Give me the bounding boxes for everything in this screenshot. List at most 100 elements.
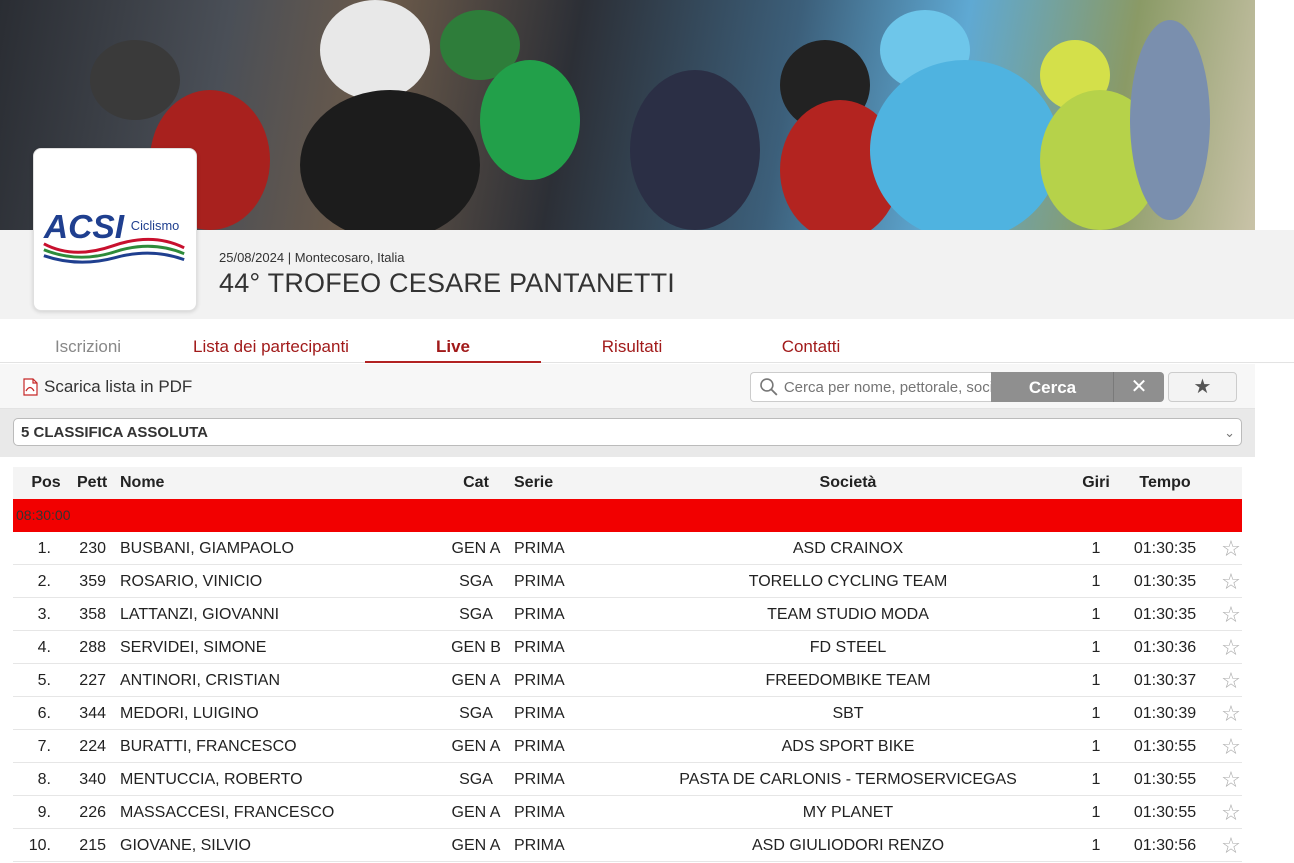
row-serie: PRIMA bbox=[514, 639, 565, 656]
event-title: 44° TROFEO CESARE PANTANETTI bbox=[219, 268, 675, 298]
row-pett: 230 bbox=[79, 540, 106, 557]
search-input[interactable] bbox=[783, 378, 992, 396]
row-nome: BURATTI, FRANCESCO bbox=[120, 738, 297, 755]
search-icon bbox=[760, 378, 778, 396]
row-pett: 340 bbox=[79, 771, 106, 788]
header-giri[interactable]: Giri bbox=[1076, 467, 1116, 499]
row-serie: PRIMA bbox=[514, 672, 565, 689]
row-tempo: 01:30:56 bbox=[1133, 837, 1197, 854]
row-pos: 6. bbox=[37, 705, 51, 722]
favorites-button[interactable]: ★ bbox=[1168, 372, 1237, 402]
table-row[interactable]: 4. 288 SERVIDEI, SIMONE GEN B PRIMA FD STEEL 1… bbox=[13, 631, 1242, 664]
logo-brand: ACSI bbox=[43, 209, 125, 246]
row-tempo: 01:30:35 bbox=[1133, 573, 1197, 590]
tab-risultati[interactable]: Risultati bbox=[570, 319, 694, 363]
row-nome: ROSARIO, VINICIO bbox=[120, 573, 263, 590]
tab-iscrizioni[interactable]: Iscrizioni bbox=[40, 319, 136, 363]
favorite-star-icon[interactable]: ☆ bbox=[1219, 829, 1243, 862]
table-row[interactable]: 7. 224 BURATTI, FRANCESCO GEN A PRIMA ADS SPO… bbox=[13, 730, 1242, 763]
row-pett: 226 bbox=[79, 804, 106, 821]
table-row[interactable]: 2. 359 ROSARIO, VINICIO SGA PRIMA TORELLO CYC… bbox=[13, 565, 1242, 598]
row-cat: SGA bbox=[459, 705, 493, 722]
row-cat: SGA bbox=[459, 771, 493, 788]
header-nome[interactable]: Nome bbox=[120, 467, 164, 499]
row-societa: MY PLANET bbox=[802, 804, 894, 821]
tab-contatti[interactable]: Contatti bbox=[760, 319, 862, 363]
table-row[interactable]: 5. 227 ANTINORI, CRISTIAN GEN A PRIMA FREEDOM… bbox=[13, 664, 1242, 697]
row-pett: 358 bbox=[79, 606, 106, 623]
star-icon: ★ bbox=[1193, 376, 1212, 398]
row-societa: SBT bbox=[832, 705, 864, 722]
favorite-star-icon[interactable]: ☆ bbox=[1219, 697, 1243, 730]
row-cat: GEN B bbox=[451, 639, 501, 656]
table-row[interactable]: 10. 215 GIOVANE, SILVIO GEN A PRIMA ASD GIULI… bbox=[13, 829, 1242, 862]
row-nome: GIOVANE, SILVIO bbox=[120, 837, 251, 854]
table-body: 1. 230 BUSBANI, GIAMPAOLO GEN A PRIMA ASD CRA… bbox=[13, 532, 1242, 862]
search-button[interactable]: Cerca bbox=[991, 372, 1114, 402]
table-row[interactable]: 3. 358 LATTANZI, GIOVANNI SGA PRIMA TEAM STUD… bbox=[13, 598, 1242, 631]
chevron-down-icon: ⌄ bbox=[1224, 425, 1235, 440]
row-tempo: 01:30:37 bbox=[1133, 672, 1197, 689]
header-serie[interactable]: Serie bbox=[514, 467, 553, 499]
row-giri: 1 bbox=[1091, 540, 1101, 557]
row-giri: 1 bbox=[1091, 738, 1101, 755]
favorite-star-icon[interactable]: ☆ bbox=[1219, 565, 1243, 598]
clear-search-button[interactable]: ✕ bbox=[1113, 372, 1164, 402]
favorite-star-icon[interactable]: ☆ bbox=[1219, 598, 1243, 631]
header-tempo[interactable]: Tempo bbox=[1129, 467, 1201, 499]
row-serie: PRIMA bbox=[514, 837, 565, 854]
row-nome: MEDORI, LUIGINO bbox=[120, 705, 259, 722]
table-row[interactable]: 8. 340 MENTUCCIA, ROBERTO SGA PRIMA PASTA DE … bbox=[13, 763, 1242, 796]
table-row[interactable]: 9. 226 MASSACCESI, FRANCESCO GEN A PRIMA MY P… bbox=[13, 796, 1242, 829]
header-cat[interactable]: Cat bbox=[441, 467, 511, 499]
favorite-star-icon[interactable]: ☆ bbox=[1219, 532, 1243, 565]
row-pett: 288 bbox=[79, 639, 106, 656]
row-pett: 227 bbox=[79, 672, 106, 689]
event-location: Montecosaro, Italia bbox=[294, 250, 405, 265]
download-pdf-link[interactable]: Scarica lista in PDF bbox=[22, 377, 192, 397]
classification-select[interactable]: 5 CLASSIFICA ASSOLUTA ⌄ bbox=[13, 418, 1242, 446]
favorite-star-icon[interactable]: ☆ bbox=[1219, 664, 1243, 697]
row-nome: SERVIDEI, SIMONE bbox=[120, 639, 267, 656]
row-giri: 1 bbox=[1091, 837, 1101, 854]
row-giri: 1 bbox=[1091, 804, 1101, 821]
tab-bar: Iscrizioni Lista dei partecipanti Live R… bbox=[0, 319, 1294, 363]
row-societa: FREEDOMBIKE TEAM bbox=[765, 672, 931, 689]
row-tempo: 01:30:55 bbox=[1133, 738, 1197, 755]
row-pos: 9. bbox=[37, 804, 51, 821]
table-row[interactable]: 6. 344 MEDORI, LUIGINO SGA PRIMA SBT 1 01:30:39… bbox=[13, 697, 1242, 730]
header-pos[interactable]: Pos bbox=[23, 467, 69, 499]
row-serie: PRIMA bbox=[514, 804, 565, 821]
row-pett: 344 bbox=[79, 705, 106, 722]
tab-live[interactable]: Live bbox=[365, 319, 541, 363]
row-nome: LATTANZI, GIOVANNI bbox=[120, 606, 280, 623]
row-serie: PRIMA bbox=[514, 573, 565, 590]
favorite-star-icon[interactable]: ☆ bbox=[1219, 730, 1243, 763]
row-nome: BUSBANI, GIAMPAOLO bbox=[120, 540, 294, 557]
pdf-icon bbox=[23, 378, 38, 396]
row-giri: 1 bbox=[1091, 639, 1101, 656]
row-societa: ASD GIULIODORI RENZO bbox=[751, 837, 945, 854]
favorite-star-icon[interactable]: ☆ bbox=[1219, 763, 1243, 796]
header-societa[interactable]: Società bbox=[653, 467, 1043, 499]
row-pos: 4. bbox=[37, 639, 51, 656]
row-societa: ADS SPORT BIKE bbox=[781, 738, 915, 755]
row-giri: 1 bbox=[1091, 573, 1101, 590]
search-box bbox=[750, 372, 992, 402]
table-row[interactable]: 1. 230 BUSBANI, GIAMPAOLO GEN A PRIMA ASD CRA… bbox=[13, 532, 1242, 565]
favorite-star-icon[interactable]: ☆ bbox=[1219, 631, 1243, 664]
table-header: Pos Pett Nome Cat Serie Società Giri Tem… bbox=[13, 467, 1242, 499]
favorite-star-icon[interactable]: ☆ bbox=[1219, 796, 1243, 829]
row-serie: PRIMA bbox=[514, 606, 565, 623]
tab-lista-partecipanti[interactable]: Lista dei partecipanti bbox=[176, 319, 366, 363]
row-serie: PRIMA bbox=[514, 771, 565, 788]
row-cat: GEN A bbox=[451, 672, 501, 689]
row-pos: 1. bbox=[37, 540, 51, 557]
row-pos: 2. bbox=[37, 573, 51, 590]
header-pett[interactable]: Pett bbox=[77, 467, 110, 499]
row-societa: TEAM STUDIO MODA bbox=[767, 606, 929, 623]
row-giri: 1 bbox=[1091, 672, 1101, 689]
row-giri: 1 bbox=[1091, 771, 1101, 788]
row-societa: TORELLO CYCLING TEAM bbox=[748, 573, 948, 590]
download-pdf-label: Scarica lista in PDF bbox=[44, 377, 193, 396]
